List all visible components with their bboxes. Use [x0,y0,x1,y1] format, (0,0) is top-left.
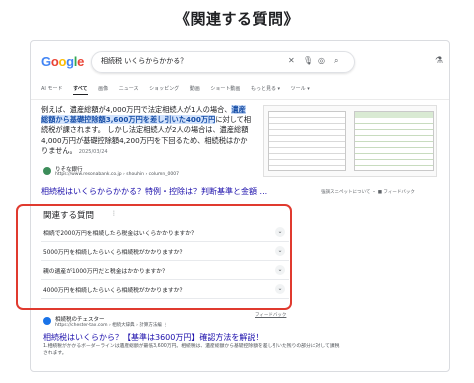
tab-all[interactable]: すべて [73,86,88,95]
result-description: 1.相続税がかかるボーダーラインは遺産総額が最低3,600万円。相続税は、遺産総… [43,344,340,356]
result-title-link[interactable]: 相続税はいくらから？【基準は3600万円】確認方法を解説！ [43,332,263,343]
tab-more[interactable]: もっと見る ▾ [251,86,280,92]
tab-tools[interactable]: ツール ▾ [291,86,310,92]
snippet-table-image[interactable] [263,105,437,177]
source-url: https://www.resonabank.co.jp › shouhin ›… [55,172,179,177]
search-input[interactable]: 相続税 いくらからかかる？ [101,56,187,66]
tab-videos[interactable]: 動画 [190,86,200,92]
tab-ai-mode[interactable]: AI モード [41,86,63,92]
google-logo[interactable]: Google [41,54,84,69]
tax-table-thumbnail [268,111,346,171]
close-icon[interactable]: ✕ [288,55,295,67]
flask-icon[interactable]: ⚗ [435,56,443,66]
search-tabs: AI モード すべて 画像 ニュース ショッピング 動画 ショート動画 もっと見… [41,85,441,97]
deduction-table-thumbnail [354,111,434,171]
chester-favicon-icon [43,317,51,325]
search-box[interactable]: 相続税 いくらからかかる？ ✕ 🎙 ◎ ⌕ [91,51,355,73]
lens-icon[interactable]: ◎ [318,55,325,67]
snippet-source[interactable]: りそな銀行 https://www.resonabank.co.jp › sho… [43,165,243,183]
resona-favicon-icon [43,167,51,175]
google-topbar: Google 相続税 いくらからかかる？ ✕ 🎙 ◎ ⌕ ⚗ [31,41,449,81]
featured-snippet-text: 例えば、遺産総額が4,000万円で法定相続人が1人の場合、遺産総額から基礎控除額… [41,105,252,155]
snippet-date: 2025/03/24 [78,148,108,155]
result-url[interactable]: https://chester-tax.com › 相続大辞典 › 計算方法編 … [55,322,168,328]
tab-short-videos[interactable]: ショート動画 [210,86,240,92]
tab-news[interactable]: ニュース [119,86,139,92]
snippet-result-link[interactable]: 相続税はいくらからかかる？特例・控除は？判断基準と金額 ... [41,186,267,197]
mic-icon[interactable]: 🎙 [303,55,313,67]
search-icon[interactable]: ⌕ [334,55,338,67]
paa-highlight-frame [16,204,292,310]
page-heading: 《関連する質問》 [174,10,299,28]
snippet-about-feedback[interactable]: 強調スニペットについて ・ ■ フィードバック [321,189,415,195]
tabs-divider [31,99,449,100]
paa-feedback-link[interactable]: フィードバック [255,312,286,318]
tab-images[interactable]: 画像 [98,86,108,92]
tab-shopping[interactable]: ショッピング [149,86,179,92]
